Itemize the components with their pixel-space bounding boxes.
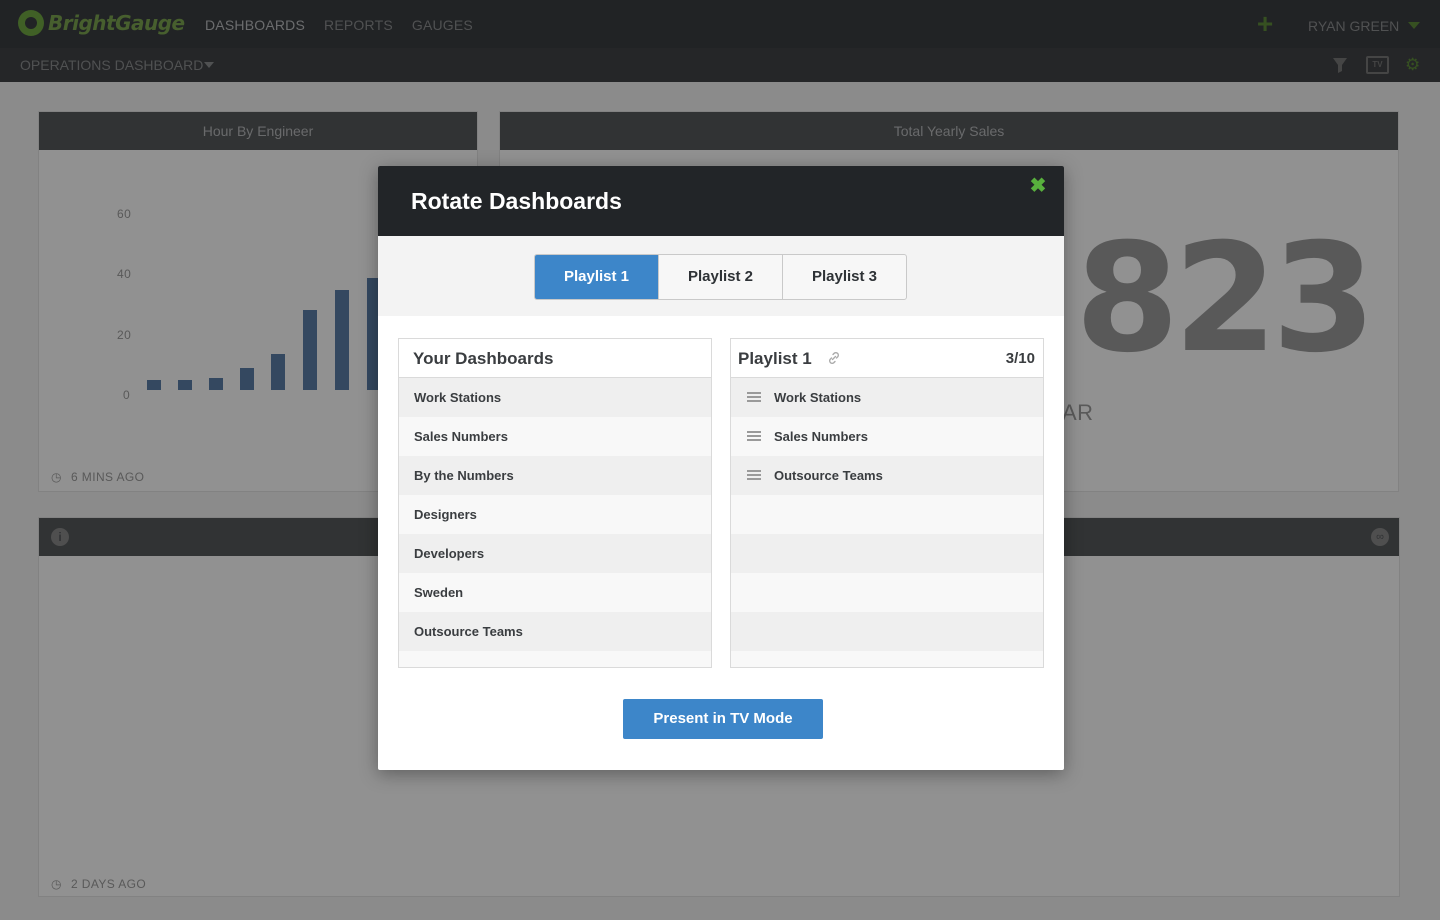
drag-handle-icon[interactable] [747,392,761,402]
list-item-empty [399,651,711,667]
playlist-slot-empty [731,495,1043,534]
list-item[interactable]: By the Numbers [399,456,711,495]
playlist-slot-empty [731,534,1043,573]
drag-handle-icon[interactable] [747,470,761,480]
modal-title: Rotate Dashboards [411,188,622,214]
playlist-tabs-band: Playlist 1 Playlist 2 Playlist 3 [378,236,1064,316]
tab-playlist-2[interactable]: Playlist 2 [658,255,782,299]
list-item[interactable]: Developers [399,534,711,573]
link-icon[interactable] [827,351,841,365]
list-item[interactable]: Outsource Teams [399,612,711,651]
playlist-tabs: Playlist 1 Playlist 2 Playlist 3 [534,254,907,300]
panel-header: Your Dashboards [399,339,711,378]
playlist-item-label: Work Stations [774,390,862,405]
playlist-panel: Playlist 1 3/10 Work Stations Sales Numb… [730,338,1044,668]
playlist-item[interactable]: Outsource Teams [731,456,1043,495]
playlist-slot-empty [731,573,1043,612]
playlist-item[interactable]: Sales Numbers [731,417,1043,456]
playlist-item-label: Outsource Teams [774,468,883,483]
panel-header: Playlist 1 3/10 [731,339,1043,378]
tab-playlist-3[interactable]: Playlist 3 [782,255,906,299]
drag-handle-icon[interactable] [747,431,761,441]
playlist-item[interactable]: Work Stations [731,378,1043,417]
close-icon[interactable]: ✖ [1029,176,1047,196]
tab-playlist-1[interactable]: Playlist 1 [535,255,658,299]
list-item[interactable]: Sales Numbers [399,417,711,456]
present-tv-mode-button[interactable]: Present in TV Mode [623,699,823,739]
panel-title: Playlist 1 [738,349,812,368]
playlist-slot-empty [731,612,1043,651]
modal-header: Rotate Dashboards ✖ [378,166,1064,236]
list-item[interactable]: Sweden [399,573,711,612]
list-item[interactable]: Work Stations [399,378,711,417]
playlist-count: 3/10 [1005,350,1035,367]
panel-title: Your Dashboards [413,349,554,368]
your-dashboards-panel: Your Dashboards Work Stations Sales Numb… [398,338,712,668]
list-item[interactable]: Designers [399,495,711,534]
rotate-dashboards-modal: Rotate Dashboards ✖ Playlist 1 Playlist … [378,166,1064,770]
playlist-slot-empty [731,651,1043,667]
dashboard-list: Work Stations Sales Numbers By the Numbe… [399,378,711,667]
playlist-item-label: Sales Numbers [774,429,868,444]
playlist-list: Work Stations Sales Numbers Outsource Te… [731,378,1043,667]
